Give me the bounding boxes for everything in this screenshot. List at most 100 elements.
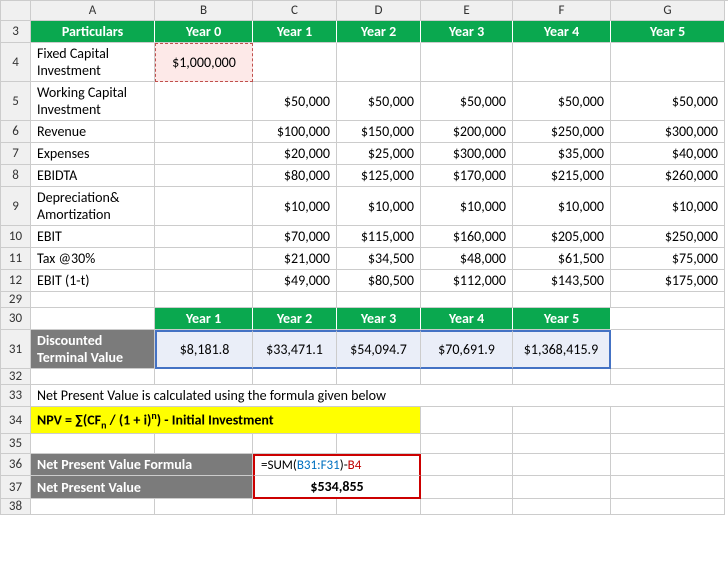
val-wc-3[interactable]: $50,000 xyxy=(421,82,513,121)
val-ebit-4[interactable]: $205,000 xyxy=(513,226,611,248)
th2-year2[interactable]: Year 2 xyxy=(253,308,337,330)
val-ebidta-4[interactable]: $215,000 xyxy=(513,165,611,187)
col-header-B[interactable]: B xyxy=(155,1,253,21)
cell[interactable] xyxy=(513,43,611,82)
cell[interactable] xyxy=(155,121,253,143)
th-year1[interactable]: Year 1 xyxy=(253,21,337,43)
label-npv[interactable]: Net Present Value xyxy=(31,476,253,499)
th-year5[interactable]: Year 5 xyxy=(611,21,725,43)
val-da-4[interactable]: $10,000 xyxy=(513,187,611,226)
cell[interactable] xyxy=(155,270,253,292)
row-header-5[interactable]: 5 xyxy=(1,82,31,121)
cell[interactable] xyxy=(611,434,725,454)
label-npv-formula[interactable]: Net Present Value Formula xyxy=(31,454,253,476)
val-rev-2[interactable]: $150,000 xyxy=(337,121,421,143)
npv-formula-cell[interactable]: =SUM(B31:F31)-B4 xyxy=(253,454,421,476)
val-exp-3[interactable]: $300,000 xyxy=(421,143,513,165)
label-ebit-1t[interactable]: EBIT (1-t) xyxy=(31,270,155,292)
cell[interactable] xyxy=(337,43,421,82)
val-ebit-5[interactable]: $250,000 xyxy=(611,226,725,248)
cell[interactable] xyxy=(253,43,337,82)
cell[interactable] xyxy=(611,369,725,385)
npv-explain-text[interactable]: Net Present Value is calculated using th… xyxy=(31,385,725,407)
row-header-4[interactable]: 4 xyxy=(1,43,31,82)
npv-result[interactable]: $534,855 xyxy=(253,476,421,499)
cell[interactable] xyxy=(155,226,253,248)
val-exp-4[interactable]: $35,000 xyxy=(513,143,611,165)
cell[interactable] xyxy=(611,407,725,434)
row-header-35[interactable]: 35 xyxy=(1,434,31,454)
th2-year5[interactable]: Year 5 xyxy=(513,308,611,330)
th-particulars[interactable]: Particulars xyxy=(31,21,155,43)
val-tax-2[interactable]: $34,500 xyxy=(337,248,421,270)
row-header-3[interactable]: 3 xyxy=(1,21,31,43)
val-dtv-4[interactable]: $70,691.9 xyxy=(421,330,513,369)
val-rev-3[interactable]: $200,000 xyxy=(421,121,513,143)
cell[interactable] xyxy=(513,434,611,454)
cell[interactable] xyxy=(513,499,611,515)
cell[interactable] xyxy=(421,292,513,308)
row-header-32[interactable]: 32 xyxy=(1,369,31,385)
cell[interactable] xyxy=(611,454,725,476)
col-header-F[interactable]: F xyxy=(513,1,611,21)
val-wc-2[interactable]: $50,000 xyxy=(337,82,421,121)
row-header-8[interactable]: 8 xyxy=(1,165,31,187)
th-year0[interactable]: Year 0 xyxy=(155,21,253,43)
val-ebit-2[interactable]: $115,000 xyxy=(337,226,421,248)
val-ebidta-3[interactable]: $170,000 xyxy=(421,165,513,187)
label-ebidta[interactable]: EBIDTA xyxy=(31,165,155,187)
cell[interactable] xyxy=(155,187,253,226)
val-fixed-capital[interactable]: $1,000,000 xyxy=(155,43,253,82)
row-header-38[interactable]: 38 xyxy=(1,499,31,515)
col-header-E[interactable]: E xyxy=(421,1,513,21)
label-fixed-capital[interactable]: Fixed Capital Investment xyxy=(31,43,155,82)
val-da-5[interactable]: $10,000 xyxy=(611,187,725,226)
cell[interactable] xyxy=(155,369,253,385)
cell[interactable] xyxy=(253,434,337,454)
cell[interactable] xyxy=(513,292,611,308)
val-da-2[interactable]: $10,000 xyxy=(337,187,421,226)
cell[interactable] xyxy=(155,434,253,454)
val-ebit1t-2[interactable]: $80,500 xyxy=(337,270,421,292)
cell[interactable] xyxy=(31,434,155,454)
cell[interactable] xyxy=(253,369,337,385)
th-year2[interactable]: Year 2 xyxy=(337,21,421,43)
th2-year3[interactable]: Year 3 xyxy=(337,308,421,330)
val-tax-3[interactable]: $48,000 xyxy=(421,248,513,270)
val-ebit-1[interactable]: $70,000 xyxy=(253,226,337,248)
cell[interactable] xyxy=(253,292,337,308)
val-ebit1t-1[interactable]: $49,000 xyxy=(253,270,337,292)
row-header-12[interactable]: 12 xyxy=(1,270,31,292)
cell[interactable] xyxy=(421,369,513,385)
col-header-D[interactable]: D xyxy=(337,1,421,21)
val-dtv-3[interactable]: $54,094.7 xyxy=(337,330,421,369)
val-rev-5[interactable]: $300,000 xyxy=(611,121,725,143)
val-wc-5[interactable]: $50,000 xyxy=(611,82,725,121)
row-header-29[interactable]: 29 xyxy=(1,292,31,308)
cell[interactable] xyxy=(253,499,337,515)
cell[interactable] xyxy=(611,330,725,369)
val-ebit1t-4[interactable]: $143,500 xyxy=(513,270,611,292)
val-da-3[interactable]: $10,000 xyxy=(421,187,513,226)
val-dtv-2[interactable]: $33,471.1 xyxy=(253,330,337,369)
label-working-capital[interactable]: Working Capital Investment xyxy=(31,82,155,121)
val-wc-4[interactable]: $50,000 xyxy=(513,82,611,121)
cell[interactable] xyxy=(611,499,725,515)
val-ebit1t-5[interactable]: $175,000 xyxy=(611,270,725,292)
cell[interactable] xyxy=(513,369,611,385)
val-ebit-3[interactable]: $160,000 xyxy=(421,226,513,248)
val-tax-1[interactable]: $21,000 xyxy=(253,248,337,270)
row-header-11[interactable]: 11 xyxy=(1,248,31,270)
cell[interactable] xyxy=(513,454,611,476)
cell[interactable] xyxy=(611,43,725,82)
cell[interactable] xyxy=(421,434,513,454)
row-header-36[interactable]: 36 xyxy=(1,454,31,476)
cell[interactable] xyxy=(337,369,421,385)
val-rev-1[interactable]: $100,000 xyxy=(253,121,337,143)
npv-equation[interactable]: NPV = ∑(CFn / (1 + i)n) - Initial Invest… xyxy=(31,407,421,434)
row-header-34[interactable]: 34 xyxy=(1,407,31,434)
th-year3[interactable]: Year 3 xyxy=(421,21,513,43)
row-header-33[interactable]: 33 xyxy=(1,385,31,407)
col-header-A[interactable]: A xyxy=(31,1,155,21)
cell[interactable] xyxy=(155,292,253,308)
